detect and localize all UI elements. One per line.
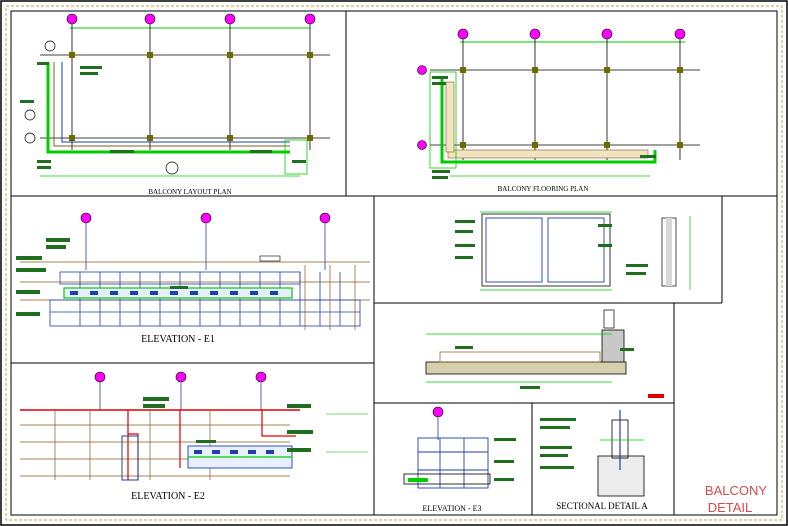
- sheet-title-line1: BALCONY: [705, 483, 767, 498]
- sheet-title-line2: DETAIL: [708, 500, 753, 515]
- view-title-flooring-plan: BALCONY FLOORING PLAN: [498, 185, 589, 193]
- view-title-sectional-detail-a: SECTIONAL DETAIL A: [556, 501, 648, 511]
- drawing-sheet: BALCONY LAYOUT PLAN BALCONY FLOORING PLA…: [0, 0, 788, 526]
- view-title-layout-plan: BALCONY LAYOUT PLAN: [148, 188, 231, 196]
- view-title-elevation-e2: ELEVATION - E2: [131, 491, 205, 502]
- view-title-elevation-e3: ELEVATION - E3: [423, 504, 482, 513]
- view-title-elevation-e1: ELEVATION - E1: [141, 334, 215, 345]
